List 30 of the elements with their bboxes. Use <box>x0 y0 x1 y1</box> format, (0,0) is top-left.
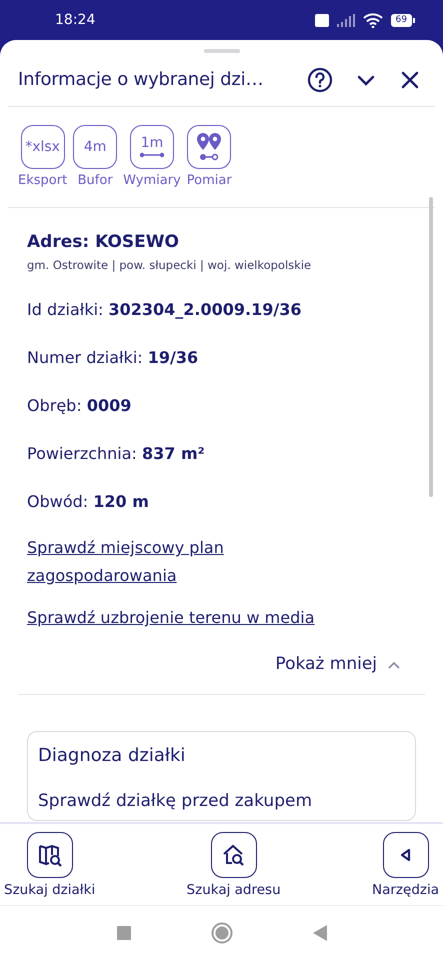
volte-icon <box>314 14 329 26</box>
link[interactable]: Sprawdź uzbrojenie terenu w media <box>27 604 314 632</box>
nav-button[interactable]: Szukaj adresu <box>186 832 281 905</box>
signal-icon <box>336 14 355 26</box>
field-row-text: Obręb: 0009 <box>26 395 132 418</box>
home-icon <box>210 922 232 944</box>
back-icon <box>312 925 326 941</box>
nav-button[interactable]: Szukaj działki <box>4 832 96 905</box>
ruler-icon <box>138 150 165 158</box>
help-icon <box>307 66 333 92</box>
help-button[interactable] <box>307 66 333 92</box>
field-row-text: Powierzchnia: 837 m² <box>26 443 206 466</box>
battery-icon: 69 <box>390 14 415 26</box>
field-row-text: Obwód: 120 m <box>26 491 150 514</box>
wifi-icon <box>362 12 383 28</box>
sheet-title: Informacje o wybranej dzi… <box>18 68 264 92</box>
link[interactable]: Sprawdź miejscowy plan zagospodarowania <box>27 534 277 590</box>
recents-icon <box>116 926 130 940</box>
field-row-text: Numer działki: 19/36 <box>26 347 200 370</box>
card-text: Sprawdź działkę przed zakupem <box>38 790 314 813</box>
address-subtitle: gm. Ostrowite | pow. słupecki | woj. wielkopolskie <box>27 257 312 274</box>
address-title: Adres: KOSEWO <box>27 230 180 254</box>
field-row-text: Id działki: 302304_2.0009.19/36 <box>26 299 302 322</box>
drag-handle[interactable] <box>204 49 240 53</box>
card-title: Diagnoza działki <box>38 744 186 768</box>
toggle-button[interactable]: Pokaż mniej <box>275 652 401 678</box>
clock: 18:24 <box>55 10 96 30</box>
nav-button[interactable]: Narzędzia <box>372 832 439 905</box>
pins-icon <box>195 132 224 162</box>
map-search-icon <box>36 842 63 868</box>
